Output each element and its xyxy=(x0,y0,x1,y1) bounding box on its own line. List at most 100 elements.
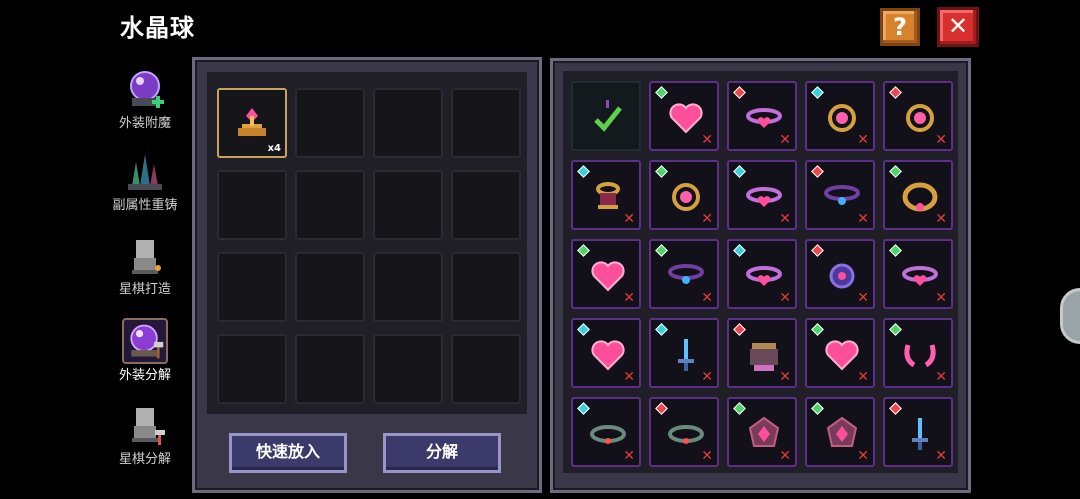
outfit-item[interactable]: ✕ xyxy=(649,397,719,467)
remove-icon[interactable]: ✕ xyxy=(623,370,635,384)
material-slot[interactable] xyxy=(373,252,443,322)
sidebar-item-forge[interactable]: 星棋打造 xyxy=(100,226,190,306)
remove-icon[interactable]: ✕ xyxy=(779,212,791,226)
material-slot[interactable] xyxy=(451,252,521,322)
sidebar-item-label: 外装附魔 xyxy=(118,116,171,131)
rarity-gem-icon xyxy=(811,165,824,178)
crystal-ball-hammer-icon xyxy=(122,318,168,364)
outfit-item[interactable]: ✕ xyxy=(571,318,641,388)
remove-icon[interactable]: ✕ xyxy=(701,291,713,305)
pink-heart-icon xyxy=(825,340,859,371)
remove-icon[interactable]: ✕ xyxy=(701,133,713,147)
close-button[interactable]: ✕ xyxy=(937,7,979,47)
remove-icon[interactable]: ✕ xyxy=(779,133,791,147)
outfit-item[interactable]: ✕ xyxy=(727,160,797,230)
remove-icon[interactable]: ✕ xyxy=(857,370,869,384)
outfit-item[interactable]: ✕ xyxy=(883,318,953,388)
remove-icon[interactable]: ✕ xyxy=(701,449,713,463)
material-slot[interactable] xyxy=(295,170,365,240)
outfit-item[interactable]: ✕ xyxy=(727,81,797,151)
outfit-item[interactable]: ✕ xyxy=(649,239,719,309)
material-slot[interactable] xyxy=(373,334,443,404)
sidebar-item-reforge[interactable]: 副属性重铸 xyxy=(100,142,190,222)
outfit-item[interactable]: ✕ xyxy=(649,160,719,230)
rarity-gem-icon xyxy=(733,165,746,178)
remove-icon[interactable]: ✕ xyxy=(779,291,791,305)
sidebar-item-label: 外装分解 xyxy=(118,368,171,383)
remove-icon[interactable]: ✕ xyxy=(935,370,947,384)
quick-add-button[interactable]: 快速放入 xyxy=(229,433,347,473)
outfit-item[interactable]: ✕ xyxy=(883,397,953,467)
outfit-item[interactable]: ✕ xyxy=(805,239,875,309)
sidebar-item-decompose-statue[interactable]: 星棋分解 xyxy=(100,396,190,476)
rarity-gem-icon xyxy=(889,323,902,336)
remove-icon[interactable]: ✕ xyxy=(701,370,713,384)
rarity-gem-icon xyxy=(811,402,824,415)
material-slot[interactable]: x4 xyxy=(217,88,287,158)
rarity-gem-icon xyxy=(655,402,668,415)
remove-icon[interactable]: ✕ xyxy=(935,291,947,305)
outfit-item[interactable]: ✕ xyxy=(883,239,953,309)
sidebar-item-label: 星棋分解 xyxy=(118,452,171,467)
outfit-item[interactable]: ✕ xyxy=(727,397,797,467)
remove-icon[interactable]: ✕ xyxy=(623,449,635,463)
outfit-item[interactable]: ✕ xyxy=(883,160,953,230)
material-slot[interactable] xyxy=(373,170,443,240)
material-slot[interactable] xyxy=(451,170,521,240)
outfit-item[interactable]: ✕ xyxy=(727,318,797,388)
remove-icon[interactable]: ✕ xyxy=(779,370,791,384)
heart-collar-icon xyxy=(746,266,782,286)
material-slot[interactable] xyxy=(295,88,365,158)
outfit-item[interactable]: ✕ xyxy=(805,81,875,151)
material-slot[interactable] xyxy=(295,252,365,322)
remove-icon[interactable]: ✕ xyxy=(623,291,635,305)
pink-heart-icon xyxy=(591,340,625,371)
remove-icon[interactable]: ✕ xyxy=(779,449,791,463)
material-slot[interactable] xyxy=(295,334,365,404)
outfit-item[interactable]: ✕ xyxy=(805,318,875,388)
outfit-item[interactable]: ✕ xyxy=(805,160,875,230)
remove-icon[interactable]: ✕ xyxy=(857,133,869,147)
crystal-ball-plus-icon xyxy=(130,71,164,108)
gold-bracelet-icon xyxy=(902,182,938,212)
remove-icon[interactable]: ✕ xyxy=(857,212,869,226)
outfit-item[interactable]: ✕ xyxy=(571,239,641,309)
outfit-item[interactable]: ✕ xyxy=(649,81,719,151)
material-slot[interactable] xyxy=(217,252,287,322)
blue-gem-collar-icon xyxy=(824,185,860,205)
outfit-item[interactable]: ✕ xyxy=(805,397,875,467)
heart-collar-icon xyxy=(902,266,938,286)
remove-icon[interactable]: ✕ xyxy=(935,133,947,147)
rarity-gem-icon xyxy=(733,244,746,257)
pink-heart-icon xyxy=(669,103,703,134)
outfit-item[interactable]: ✕ xyxy=(883,81,953,151)
remove-icon[interactable]: ✕ xyxy=(623,212,635,226)
rarity-gem-icon xyxy=(577,165,590,178)
material-slot[interactable] xyxy=(451,334,521,404)
outfit-item[interactable]: ✕ xyxy=(727,239,797,309)
gold-ring-pink-gem-icon xyxy=(906,104,934,132)
remove-icon[interactable]: ✕ xyxy=(857,449,869,463)
outfit-item[interactable]: ✕ xyxy=(571,397,641,467)
selected-outfit-item[interactable] xyxy=(571,81,641,151)
material-slot[interactable] xyxy=(451,88,521,158)
remove-icon[interactable]: ✕ xyxy=(935,449,947,463)
sidebar-item-enchant[interactable]: 外装附魔 xyxy=(100,60,190,140)
decompose-button[interactable]: 分解 xyxy=(383,433,501,473)
material-slot[interactable] xyxy=(217,170,287,240)
sidebar-item-decompose-outfit[interactable]: 外装分解 xyxy=(100,312,190,392)
outfit-item[interactable]: ✕ xyxy=(571,160,641,230)
remove-icon[interactable]: ✕ xyxy=(935,212,947,226)
outfit-item[interactable]: ✕ xyxy=(649,318,719,388)
material-slot[interactable] xyxy=(373,88,443,158)
help-button[interactable]: ? xyxy=(880,8,920,46)
gold-ring-pink-gem-icon xyxy=(828,104,856,132)
remove-icon[interactable]: ✕ xyxy=(857,291,869,305)
side-handle[interactable] xyxy=(1060,288,1080,344)
sidebar-item-label: 副属性重铸 xyxy=(112,198,178,213)
remove-icon[interactable]: ✕ xyxy=(701,212,713,226)
material-slot[interactable] xyxy=(217,334,287,404)
blue-sword-icon xyxy=(912,418,928,450)
statue-forge-icon xyxy=(132,240,161,274)
rarity-gem-icon xyxy=(655,323,668,336)
